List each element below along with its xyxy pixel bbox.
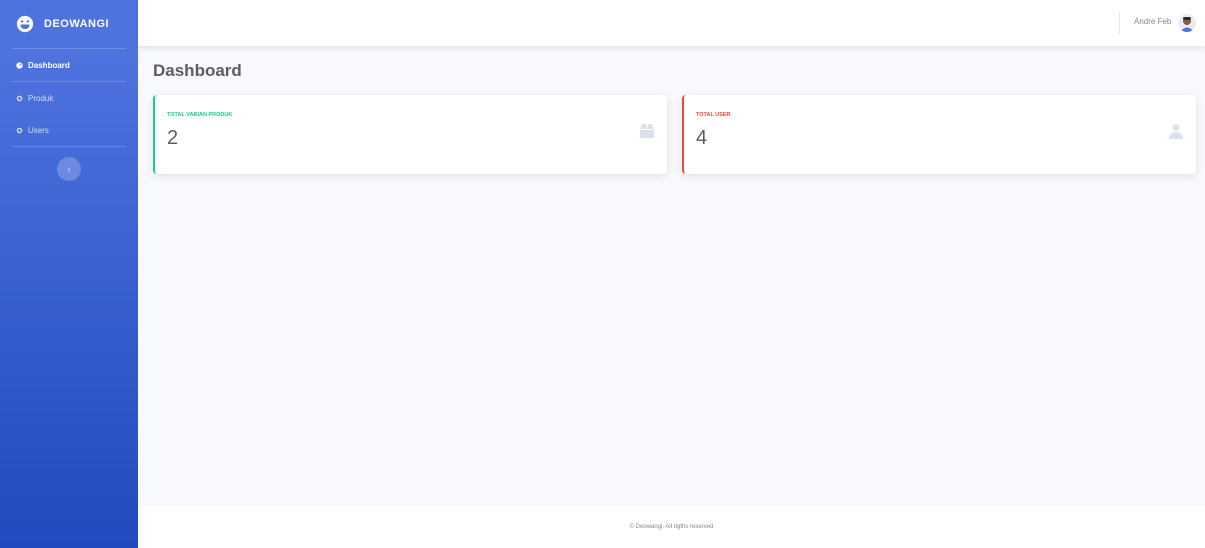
laugh-icon [16,15,34,33]
sidebar: DEOWANGI Dashboard Produk Users ‹ [0,0,138,548]
sidebar-toggle-button[interactable]: ‹ [57,157,81,181]
page-title: Dashboard [153,61,242,80]
user-name[interactable]: Andre Feb [1134,17,1171,26]
card-value: 2 [167,127,179,149]
cog-icon [16,95,23,101]
tachometer-icon [16,61,23,69]
chevron-left-icon: ‹ [67,164,71,174]
avatar-icon [1180,17,1194,32]
card-total-user: TOTAL USER 4 [682,95,1196,174]
brand-link[interactable]: DEOWANGI [0,0,138,48]
card-label: TOTAL USER [696,112,731,118]
topbar-divider [1119,12,1120,34]
user-icon [1169,124,1183,139]
sidebar-item-dashboard[interactable]: Dashboard [0,49,138,81]
sidebar-item-users[interactable]: Users [0,114,138,146]
sidebar-toggle-wrap: ‹ [0,147,138,181]
card-label: TOTAL VARIAN PRODUK [167,112,233,118]
card-value: 4 [696,127,708,149]
sidebar-item-label: Produk [28,93,54,103]
brand-name: DEOWANGI [44,18,110,30]
sidebar-item-produk[interactable]: Produk [0,82,138,114]
card-total-varian-produk: TOTAL VARIAN PRODUK 2 [153,95,667,174]
sidebar-item-label: Users [28,125,49,135]
sidebar-item-label: Dashboard [28,60,70,70]
footer: © Deowangi. All rigths reserved [138,506,1205,548]
topbar: Andre Feb [138,0,1205,46]
box-icon [640,124,654,138]
cog-icon [16,127,23,133]
copyright-text: © Deowangi. All rigths reserved [629,524,714,530]
user-avatar[interactable] [1178,14,1196,32]
